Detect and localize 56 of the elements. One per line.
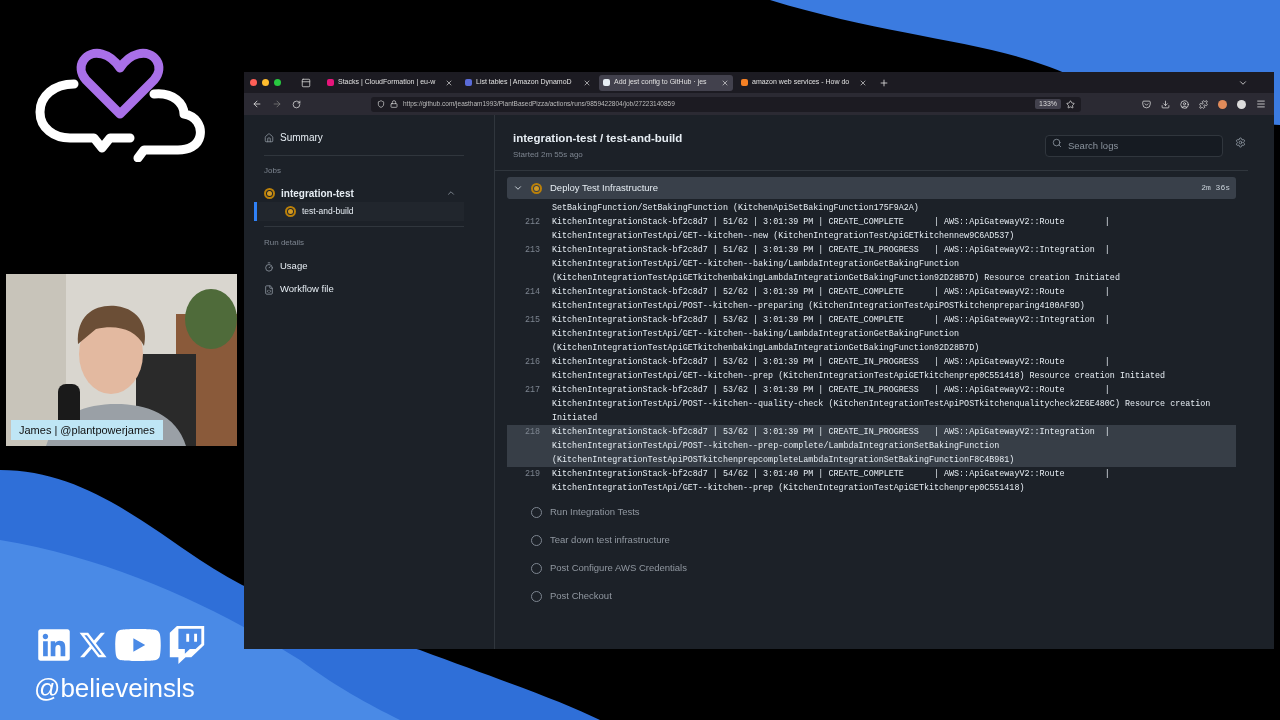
collapse-icon[interactable] (446, 188, 456, 198)
reload-icon[interactable] (292, 99, 301, 109)
job-item[interactable]: integration-test (264, 184, 464, 202)
log-line: 216 KitchenIntegrationStack-bf2c8d7 | 53/62 | 3:01:39 PM | CREATE_IN_PROGRESS | AWS::ApiGatewayV2::Route | KitchenIntegrationTestApi/GET--kitchen--prep (KitchenIntegrationTestApiGETkitchenprep0C551418) Resource creation Initiated (523, 356, 1167, 383)
twitch-icon (168, 626, 206, 664)
lock-icon (390, 100, 398, 108)
log-line: 217 KitchenIntegrationStack-bf2c8d7 | 53/62 | 3:01:39 PM | CREATE_IN_PROGRESS | AWS::ApiGatewayV2::Route | KitchenIntegrationTestApi/POST--kitchen--quality-check (KitchenIntegrationTestApiPOSTkitchenqualitycheck2E6E480C) Resource creation Initiated (523, 384, 1212, 425)
close-tab-icon[interactable] (583, 78, 591, 87)
close-tab-icon[interactable] (445, 78, 453, 87)
search-icon (1052, 138, 1062, 148)
social-handle: @believeinsls (34, 673, 195, 703)
job-step-item[interactable]: test-and-build (254, 202, 464, 221)
pocket-icon[interactable] (1142, 99, 1151, 109)
back-icon[interactable] (252, 99, 262, 109)
section-heading: Run details (264, 237, 306, 249)
log-line: 219 KitchenIntegrationStack-bf2c8d7 | 54/62 | 3:01:40 PM | CREATE_COMPLETE | AWS::ApiGatewayV2::Route | KitchenIntegrationTestApi/GET--kitchen--prep (KitchenIntegrationTestApiGETkitchenprep0C551418) (523, 468, 1111, 495)
summary-link[interactable]: Summary (264, 129, 464, 146)
run-detail-link[interactable]: Usage (264, 255, 464, 278)
search-logs-field[interactable]: Search logs (1045, 134, 1223, 157)
name-caption: James | @plantpowerjames (11, 419, 163, 440)
minimize-window-icon[interactable] (262, 79, 269, 86)
section-heading: Jobs (264, 165, 282, 177)
menu-icon[interactable] (1256, 99, 1266, 109)
bookmark-star-icon[interactable] (1066, 99, 1075, 109)
account-icon[interactable] (1180, 99, 1189, 109)
step-row[interactable]: Tear down test infrastructure (507, 529, 1236, 551)
x-icon (78, 630, 108, 660)
maximize-window-icon[interactable] (274, 79, 281, 86)
settings-icon[interactable] (1235, 137, 1246, 148)
forward-icon[interactable] (272, 99, 282, 109)
step-row[interactable]: Deploy Test Infrastructure 2m 36s (507, 177, 1236, 199)
shield-icon (377, 100, 385, 108)
download-icon[interactable] (1161, 99, 1170, 109)
home-icon (264, 132, 274, 143)
log-line: SetBakingFunction/SetBakingFunction (KitchenApiSetBakingFunction175F9A2A) (551, 202, 920, 215)
step-row[interactable]: Post Checkout (507, 585, 1236, 607)
new-tab-icon[interactable] (879, 77, 889, 88)
linkedin-icon (36, 627, 72, 663)
close-tab-icon[interactable] (721, 78, 729, 87)
step-row[interactable]: Run Integration Tests (507, 501, 1236, 523)
extensions-icon[interactable] (1199, 99, 1208, 109)
step-row[interactable]: Post Configure AWS Credentials (507, 557, 1236, 579)
job-title: integration-test / test-and-build (513, 131, 684, 146)
file-code-icon (264, 284, 274, 295)
chevron-down-icon (513, 183, 523, 193)
log-line: 213 KitchenIntegrationStack-bf2c8d7 | 51/62 | 3:01:39 PM | CREATE_IN_PROGRESS | AWS::ApiGatewayV2::Integration | KitchenIntegrationTestApi/GET--kitchen--baking/LambdaIntegrationGetBakingFunction (KitchenIntegrationTestApiGETkitchenbakingLambdaIntegrationGetBakingFunction92D28B7D) Resource creation Initiated (523, 244, 1121, 285)
log-line: 214 KitchenIntegrationStack-bf2c8d7 | 52/62 | 3:01:39 PM | CREATE_COMPLETE | AWS::ApiGatewayV2::Route | KitchenIntegrationTestApi/POST--kitchen--preparing (KitchenIntegrationTestApiPOSTkitchenpreparing4100AF9D) (523, 286, 1111, 313)
step-duration: 2m 36s (1201, 182, 1230, 194)
stopwatch-icon (264, 261, 274, 272)
log-line: 212 KitchenIntegrationStack-bf2c8d7 | 51/62 | 3:01:39 PM | CREATE_COMPLETE | AWS::ApiGatewayV2::Route | KitchenIntegrationTestApi/GET--kitchen--new (KitchenIntegrationTestApiGETkitchennew9C6AD537) (523, 216, 1111, 243)
run-detail-link[interactable]: Workflow file (264, 278, 464, 301)
log-line: 215 KitchenIntegrationStack-bf2c8d7 | 53/62 | 3:01:39 PM | CREATE_COMPLETE | AWS::ApiGatewayV2::Integration | KitchenIntegrationTestApi/GET--kitchen--baking/LambdaIntegrationGetBakingFunction (KitchenIntegrationTestApiGETkitchenbakingLambdaIntegrationGetBakingFunction92D28B7D) (523, 314, 1111, 355)
job-started-time: Started 2m 55s ago (513, 149, 584, 162)
tab-overview-icon[interactable] (301, 77, 311, 88)
close-window-icon[interactable] (250, 79, 257, 86)
close-tab-icon[interactable] (859, 78, 867, 87)
